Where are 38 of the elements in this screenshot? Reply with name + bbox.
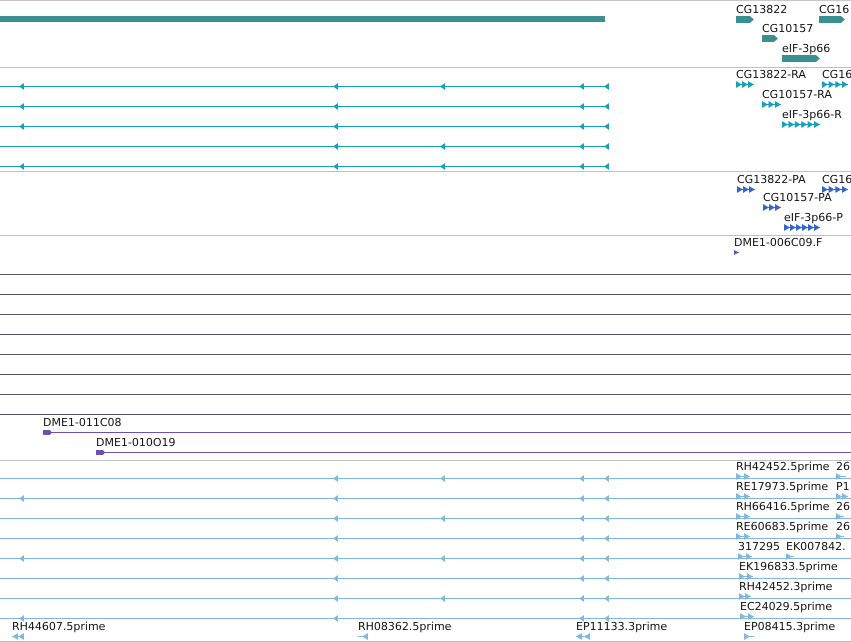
feature-label: RH42452.5prime: [736, 461, 830, 473]
feature-label: CG10157-RA: [762, 89, 832, 101]
feature-label: CG13822-PA: [737, 174, 806, 186]
feature-label: eIF-3p66: [782, 43, 830, 55]
feature-label: CG13822: [736, 4, 788, 16]
feature-label: RH42452.3prime: [739, 581, 832, 593]
feature-label: CG10157: [762, 23, 814, 35]
feature-label: RH44607.5prime: [12, 621, 106, 633]
feature-label: CG10157-PA: [763, 192, 832, 204]
feature-label: EC24029.5prime: [740, 601, 832, 613]
feature-label: 26: [836, 461, 850, 473]
feature-label: 26: [836, 521, 850, 533]
feature-arrows[interactable]: [763, 204, 781, 211]
feature-label: CG13822-RA: [736, 69, 806, 81]
feature-label: CG16: [819, 4, 850, 16]
feature-label: DME1-006C09.F: [734, 237, 822, 249]
feature-label: EK196833.5prime: [739, 561, 838, 573]
feature-label: RH08362.5prime: [358, 621, 452, 633]
feature-label: eIF-3p66-R: [782, 109, 842, 121]
feature-label: 317295: [738, 541, 780, 553]
feature-arrows[interactable]: [737, 186, 755, 193]
feature-label: RH66416.5prime: [736, 501, 830, 513]
feature-label: DME1-011C08: [43, 417, 122, 429]
feature-arrows[interactable]: [736, 81, 754, 88]
feature-label: P1: [836, 481, 850, 493]
feature-arrows[interactable]: [762, 101, 781, 108]
feature-arrows[interactable]: [822, 81, 848, 88]
feature-label: EP11133.3prime: [576, 621, 668, 633]
feature-arrows[interactable]: [782, 121, 820, 128]
feature-label: RE17973.5prime: [736, 481, 828, 493]
feature-label: 26: [836, 501, 850, 513]
feature-label: eIF-3p66-P: [784, 212, 843, 224]
feature-arrows[interactable]: [822, 186, 848, 193]
feature-label: EK007842.: [786, 541, 846, 553]
feature-label: DME1-010O19: [96, 437, 176, 449]
feature-label: EP08415.3prime: [744, 621, 836, 633]
feature-arrows[interactable]: [784, 224, 820, 231]
feature-label: RE60683.5prime: [736, 521, 828, 533]
